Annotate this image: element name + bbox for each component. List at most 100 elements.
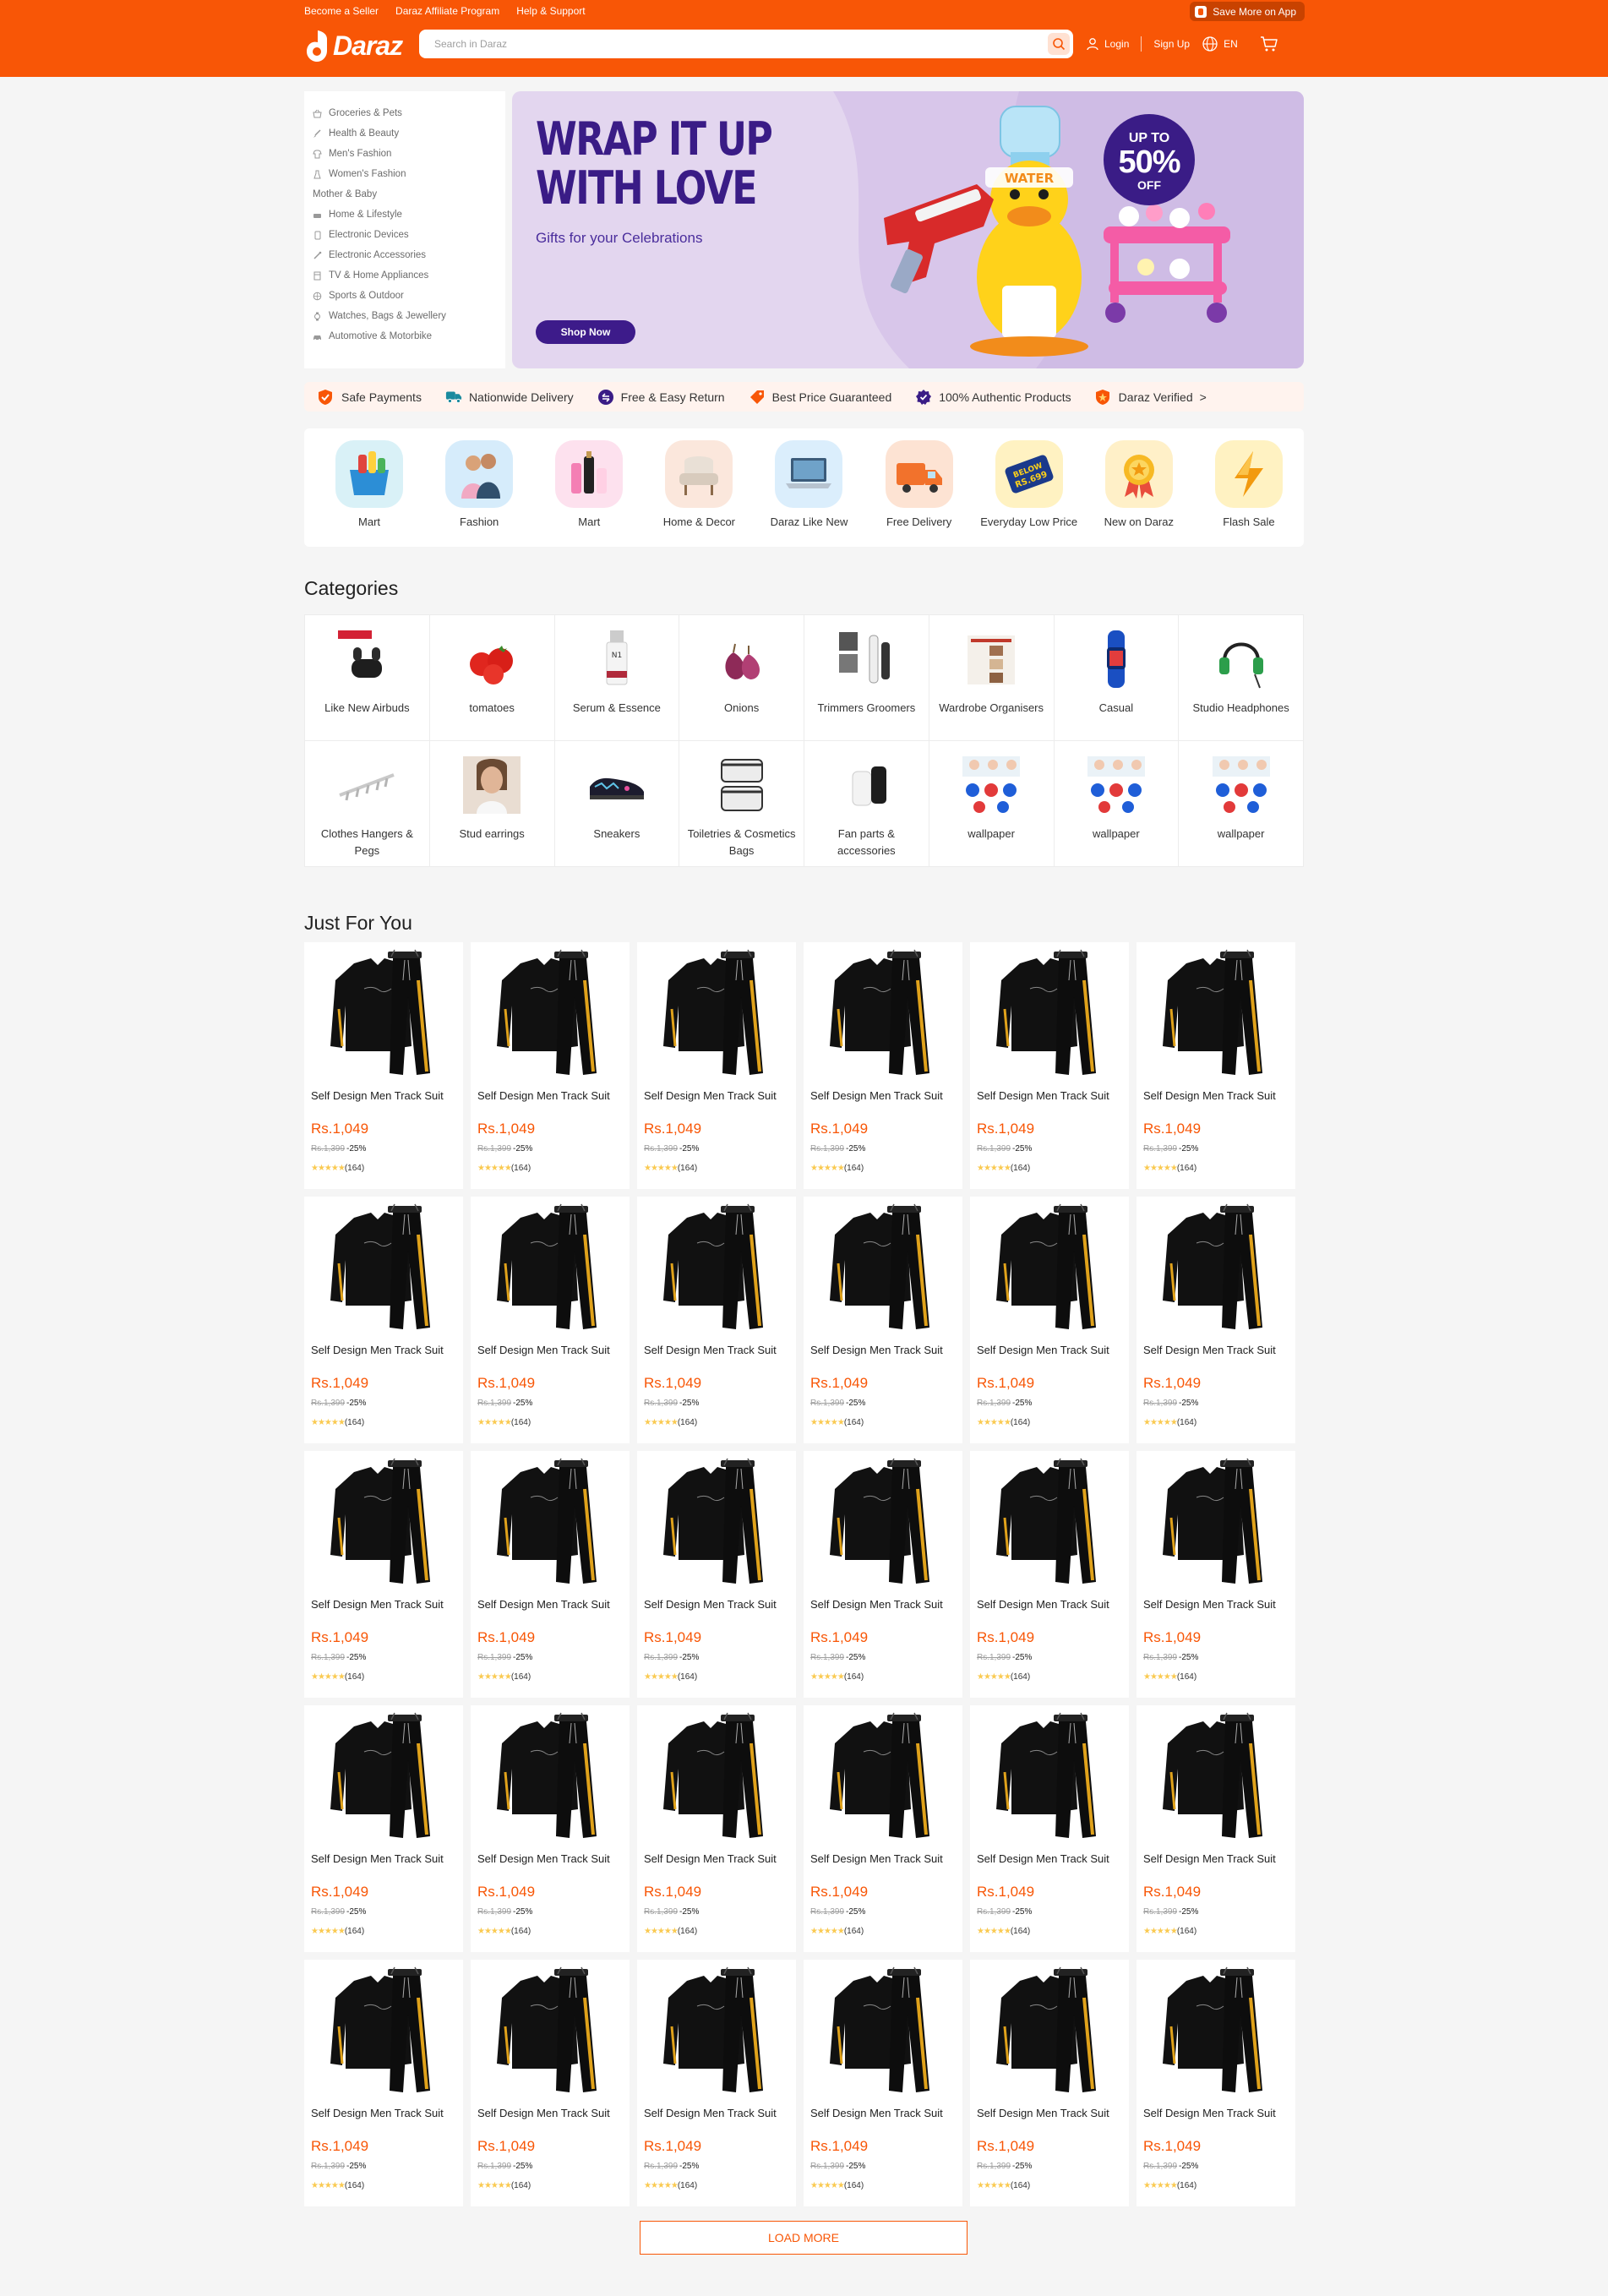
category-menu-item[interactable]: Health & Beauty xyxy=(313,123,505,144)
delivery-truck-icon xyxy=(885,440,953,508)
channel-tile[interactable]: Mart xyxy=(314,440,424,547)
category-card[interactable]: tomatoes xyxy=(429,615,554,740)
category-menu-item[interactable]: Electronic Accessories xyxy=(313,245,505,265)
product-card[interactable]: Self Design Men Track Suit Rs.1,049 Rs.1,3… xyxy=(804,1705,962,1952)
black-tracksuit-icon xyxy=(471,1960,630,2103)
product-card[interactable]: Self Design Men Track Suit Rs.1,049 Rs.1,3… xyxy=(304,942,463,1189)
price-row: Rs.1,399 -25% xyxy=(804,2162,962,2171)
category-card[interactable]: Trimmers Groomers xyxy=(804,615,929,740)
product-card[interactable]: Self Design Men Track Suit Rs.1,049 Rs.1,3… xyxy=(970,1705,1129,1952)
language-selector[interactable]: EN xyxy=(1202,35,1238,52)
channel-tile[interactable]: Home & Decor xyxy=(644,440,754,547)
channel-tile[interactable]: Flash Sale xyxy=(1194,440,1304,547)
sofa-icon xyxy=(313,210,322,220)
product-card[interactable]: Self Design Men Track Suit Rs.1,049 Rs.1,3… xyxy=(304,1451,463,1698)
wallpaper-icon xyxy=(957,751,1025,819)
category-menu-item[interactable]: Sports & Outdoor xyxy=(313,286,505,306)
channel-tile[interactable]: Daraz Like New xyxy=(754,440,864,547)
product-card[interactable]: Self Design Men Track Suit Rs.1,049 Rs.1,3… xyxy=(1137,1197,1295,1443)
category-card[interactable]: N1 Serum & Essence xyxy=(554,615,679,740)
shop-now-button[interactable]: Shop Now xyxy=(536,320,635,344)
category-card[interactable]: Clothes Hangers & Pegs xyxy=(305,741,429,866)
product-card[interactable]: Self Design Men Track Suit Rs.1,049 Rs.1,3… xyxy=(637,1197,796,1443)
product-card[interactable]: Self Design Men Track Suit Rs.1,049 Rs.1,3… xyxy=(804,1451,962,1698)
category-menu-item[interactable]: Men's Fashion xyxy=(313,144,505,164)
product-card[interactable]: Self Design Men Track Suit Rs.1,049 Rs.1,3… xyxy=(804,1197,962,1443)
login-link[interactable]: Login xyxy=(1086,37,1129,51)
channel-tile[interactable]: New on Daraz xyxy=(1084,440,1194,547)
category-card[interactable]: Like New Airbuds xyxy=(305,615,429,740)
category-menu-item[interactable]: Home & Lifestyle xyxy=(313,205,505,225)
benefits-strip[interactable]: Safe Payments Nationwide Delivery Free & E… xyxy=(304,382,1304,412)
product-card[interactable]: Self Design Men Track Suit Rs.1,049 Rs.1,3… xyxy=(637,1960,796,2206)
category-menu-label: Electronic Devices xyxy=(329,230,409,240)
review-count: (164) xyxy=(510,1927,531,1936)
discount-percent: -25% xyxy=(1179,1144,1199,1153)
product-card[interactable]: Self Design Men Track Suit Rs.1,049 Rs.1,3… xyxy=(637,1451,796,1698)
category-card[interactable]: wallpaper xyxy=(1054,741,1179,866)
star-rating-icon: ★★★★★ xyxy=(644,1927,679,1936)
become-seller-link[interactable]: Become a Seller xyxy=(304,5,379,17)
category-menu-item[interactable]: Automotive & Motorbike xyxy=(313,326,505,346)
cart-button[interactable] xyxy=(1260,35,1278,52)
product-card[interactable]: Self Design Men Track Suit Rs.1,049 Rs.1,3… xyxy=(637,942,796,1189)
category-menu-item[interactable]: Watches, Bags & Jewellery xyxy=(313,306,505,326)
product-card[interactable]: Self Design Men Track Suit Rs.1,049 Rs.1,3… xyxy=(471,1451,630,1698)
category-card[interactable]: Toiletries & Cosmetics Bags xyxy=(679,741,804,866)
category-menu-item[interactable]: Groceries & Pets xyxy=(313,103,505,123)
save-more-on-app-button[interactable]: Save More on App xyxy=(1190,2,1305,21)
category-card[interactable]: Fan parts & accessories xyxy=(804,741,929,866)
category-card[interactable]: Stud earrings xyxy=(429,741,554,866)
promo-banner[interactable]: WRAP IT UP WITH LOVE Gifts for your Cele… xyxy=(512,91,1304,368)
category-menu-item[interactable]: Mother & Baby xyxy=(313,184,505,205)
affiliate-program-link[interactable]: Daraz Affiliate Program xyxy=(395,5,499,17)
signup-link[interactable]: Sign Up xyxy=(1153,38,1190,50)
product-card[interactable]: Self Design Men Track Suit Rs.1,049 Rs.1,3… xyxy=(471,942,630,1189)
product-card[interactable]: Self Design Men Track Suit Rs.1,049 Rs.1,3… xyxy=(1137,1451,1295,1698)
product-card[interactable]: Self Design Men Track Suit Rs.1,049 Rs.1,3… xyxy=(304,1197,463,1443)
original-price: Rs.1,399 xyxy=(644,1907,679,1917)
discount-percent: -25% xyxy=(846,1653,866,1662)
product-card[interactable]: Self Design Men Track Suit Rs.1,049 Rs.1,3… xyxy=(970,1197,1129,1443)
load-more-button[interactable]: LOAD MORE xyxy=(640,2221,968,2255)
product-card[interactable]: Self Design Men Track Suit Rs.1,049 Rs.1,3… xyxy=(304,1960,463,2206)
product-card[interactable]: Self Design Men Track Suit Rs.1,049 Rs.1,3… xyxy=(471,1960,630,2206)
product-card[interactable]: Self Design Men Track Suit Rs.1,049 Rs.1,3… xyxy=(1137,942,1295,1189)
channel-tile[interactable]: Free Delivery xyxy=(864,440,974,547)
product-card[interactable]: Self Design Men Track Suit Rs.1,049 Rs.1,3… xyxy=(970,1451,1129,1698)
product-card[interactable]: Self Design Men Track Suit Rs.1,049 Rs.1,3… xyxy=(804,1960,962,2206)
channel-tile[interactable]: Mart xyxy=(534,440,644,547)
category-menu-item[interactable]: Electronic Devices xyxy=(313,225,505,245)
review-count: (164) xyxy=(1176,1927,1197,1936)
category-card[interactable]: wallpaper xyxy=(1179,741,1303,866)
review-count: (164) xyxy=(344,1418,365,1427)
category-card[interactable]: Onions xyxy=(679,615,804,740)
product-title: Self Design Men Track Suit xyxy=(477,1598,610,1611)
category-menu-item[interactable]: TV & Home Appliances xyxy=(313,265,505,286)
search-button[interactable] xyxy=(1048,33,1070,55)
product-card[interactable]: Self Design Men Track Suit Rs.1,049 Rs.1,3… xyxy=(1137,1960,1295,2206)
channel-tile[interactable]: BELOW RS.699 Everyday Low Price xyxy=(974,440,1084,547)
product-card[interactable]: Self Design Men Track Suit Rs.1,049 Rs.1,3… xyxy=(471,1197,630,1443)
product-card[interactable]: Self Design Men Track Suit Rs.1,049 Rs.1,3… xyxy=(1137,1705,1295,1952)
search-input[interactable] xyxy=(419,30,1027,58)
category-card[interactable]: Sneakers xyxy=(554,741,679,866)
category-card[interactable]: wallpaper xyxy=(929,741,1054,866)
category-card[interactable]: Casual xyxy=(1054,615,1179,740)
product-title: Self Design Men Track Suit xyxy=(1143,1852,1276,1865)
product-card[interactable]: Self Design Men Track Suit Rs.1,049 Rs.1,3… xyxy=(970,1960,1129,2206)
category-menu-item[interactable]: Women's Fashion xyxy=(313,164,505,184)
daraz-logo[interactable]: Daraz xyxy=(306,29,403,63)
product-card[interactable]: Self Design Men Track Suit Rs.1,049 Rs.1,3… xyxy=(970,942,1129,1189)
product-card[interactable]: Self Design Men Track Suit Rs.1,049 Rs.1,3… xyxy=(804,942,962,1189)
product-card[interactable]: Self Design Men Track Suit Rs.1,049 Rs.1,3… xyxy=(471,1705,630,1952)
black-tracksuit-icon xyxy=(804,1197,962,1340)
product-card[interactable]: Self Design Men Track Suit Rs.1,049 Rs.1,3… xyxy=(637,1705,796,1952)
product-card[interactable]: Self Design Men Track Suit Rs.1,049 Rs.1,3… xyxy=(304,1705,463,1952)
channel-tile[interactable]: Fashion xyxy=(424,440,534,547)
category-card[interactable]: Wardrobe Organisers xyxy=(929,615,1054,740)
category-card[interactable]: Studio Headphones xyxy=(1179,615,1303,740)
help-support-link[interactable]: Help & Support xyxy=(516,5,585,17)
phone-icon xyxy=(313,231,322,240)
star-rating-icon: ★★★★★ xyxy=(477,1164,512,1173)
